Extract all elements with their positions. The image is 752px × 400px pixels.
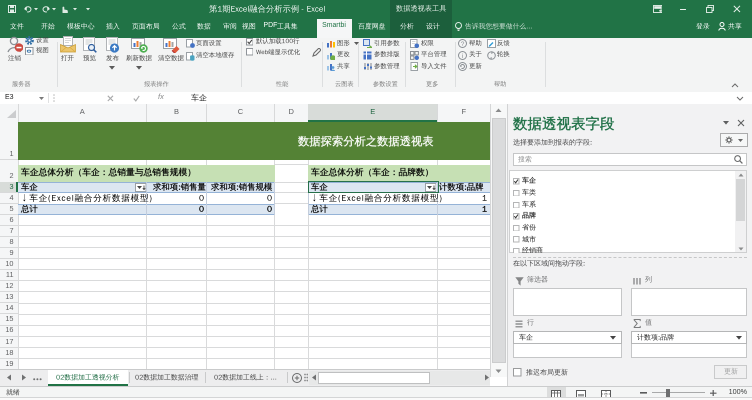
svg-text:?: ? [460, 41, 464, 48]
svg-text:i: i [461, 52, 462, 59]
